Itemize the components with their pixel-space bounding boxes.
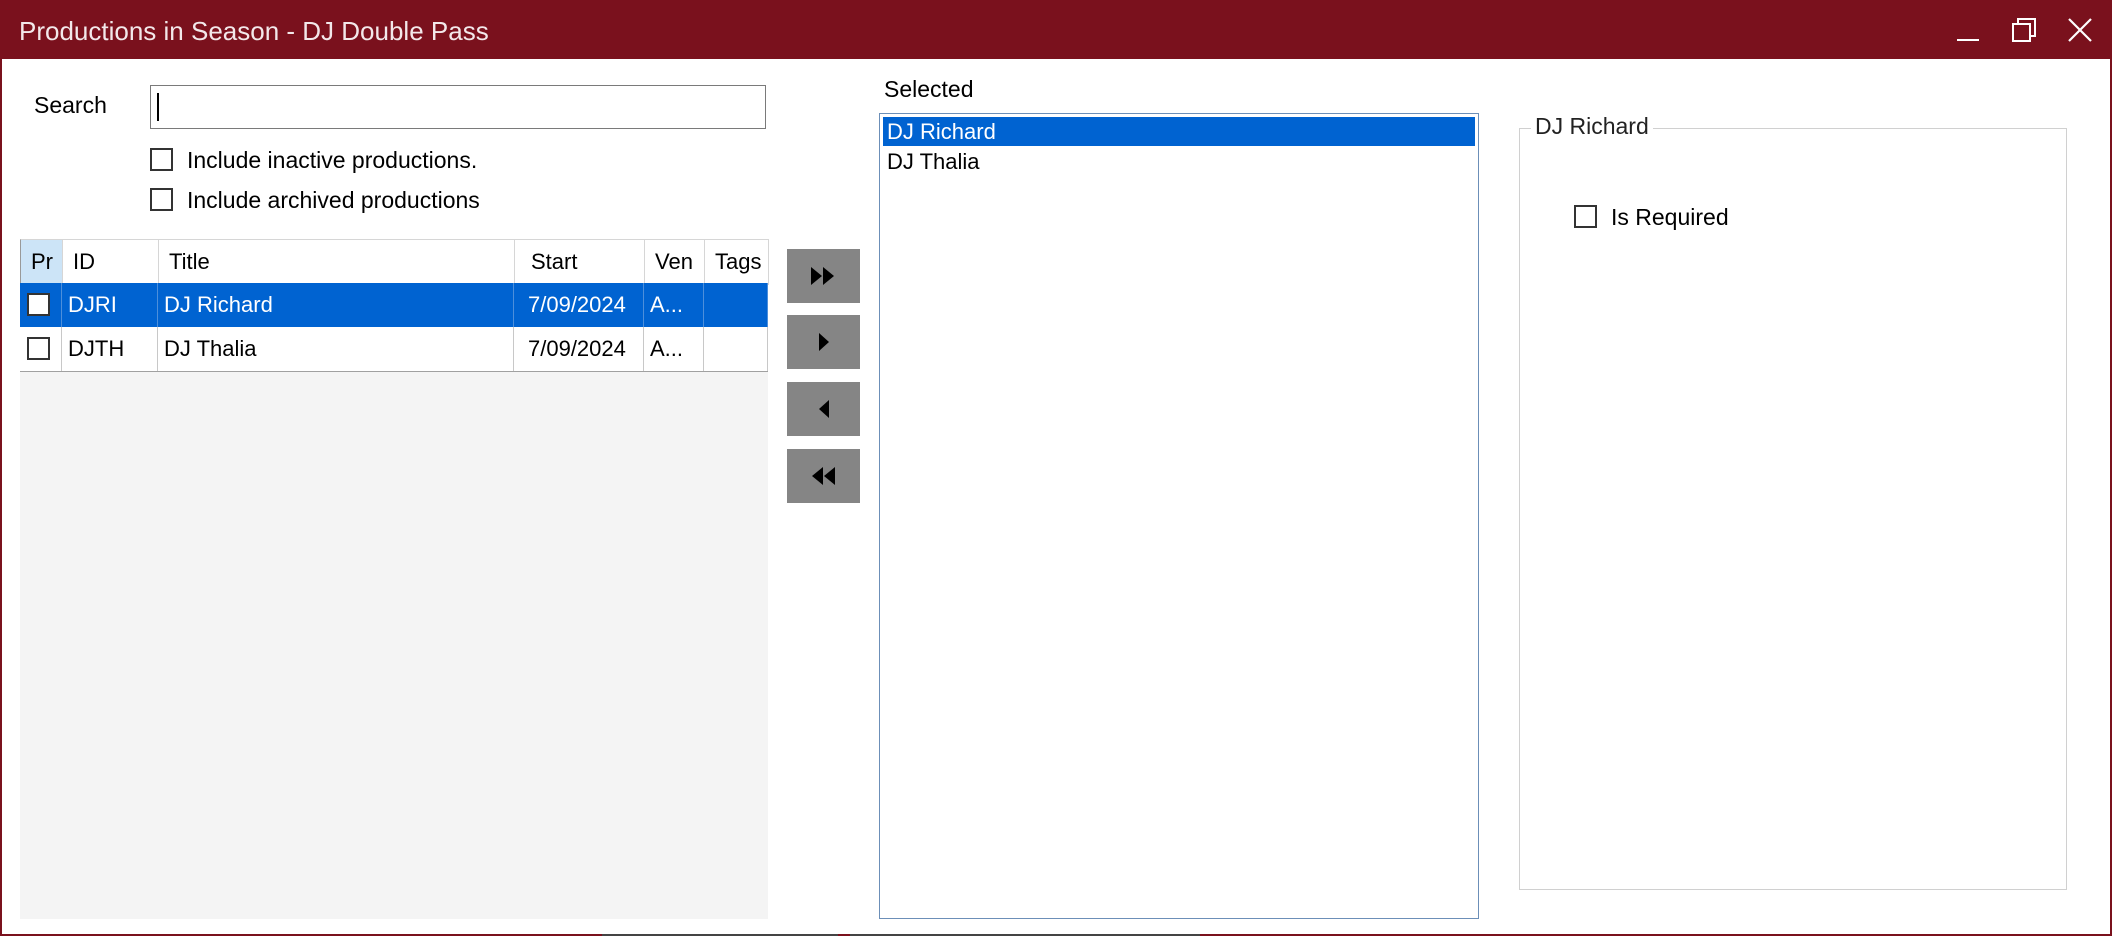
cell-tags	[704, 327, 768, 371]
move-left-button[interactable]	[787, 382, 860, 436]
move-all-right-icon	[811, 267, 834, 285]
include-inactive-checkbox[interactable]	[150, 148, 173, 171]
cell-venue: A...	[644, 283, 704, 327]
list-item[interactable]: DJ Richard	[883, 117, 1475, 146]
cell-start: 7/09/2024	[514, 283, 644, 327]
search-input[interactable]	[150, 85, 766, 129]
row-checkbox[interactable]	[27, 293, 50, 316]
selected-label: Selected	[884, 76, 974, 102]
list-item[interactable]: DJ Thalia	[883, 147, 1475, 176]
column-header-start[interactable]: Start	[515, 240, 645, 284]
column-header-tags[interactable]: Tags	[705, 240, 769, 284]
grid-header: Pr ID Title Start Ven Tags	[20, 239, 769, 285]
column-header-venue[interactable]: Ven	[645, 240, 705, 284]
column-header-id[interactable]: ID	[63, 240, 159, 284]
include-archived-checkbox[interactable]	[150, 188, 173, 211]
move-left-icon	[819, 400, 829, 418]
cell-start: 7/09/2024	[514, 327, 644, 371]
is-required-label: Is Required	[1611, 204, 1729, 230]
row-check-cell	[20, 283, 62, 327]
cell-venue: A...	[644, 327, 704, 371]
productions-grid[interactable]: Pr ID Title Start Ven Tags DJRI DJ Richa…	[20, 239, 769, 919]
row-check-cell	[20, 327, 62, 371]
table-row[interactable]: DJRI DJ Richard 7/09/2024 A...	[20, 283, 768, 327]
move-all-right-button[interactable]	[787, 249, 860, 303]
column-header-title[interactable]: Title	[159, 240, 515, 284]
minimize-icon	[1957, 39, 1979, 41]
cell-id: DJRI	[62, 283, 158, 327]
productions-window: Productions in Season - DJ Double Pass S…	[0, 0, 2112, 936]
cell-tags	[704, 283, 768, 327]
details-group-title: DJ Richard	[1531, 113, 1653, 140]
maximize-button[interactable]	[1996, 2, 2052, 59]
close-icon	[2068, 18, 2092, 42]
search-label: Search	[34, 92, 107, 118]
close-button[interactable]	[2052, 2, 2108, 59]
table-row[interactable]: DJTH DJ Thalia 7/09/2024 A...	[20, 327, 768, 372]
move-all-left-button[interactable]	[787, 449, 860, 503]
row-checkbox[interactable]	[27, 337, 50, 360]
maximize-icon	[2012, 18, 2036, 42]
column-header-pr[interactable]: Pr	[21, 240, 63, 284]
selected-listbox[interactable]: DJ Richard DJ Thalia	[879, 113, 1479, 919]
details-groupbox	[1519, 128, 2067, 890]
title-bar[interactable]: Productions in Season - DJ Double Pass	[2, 2, 2110, 59]
cell-title: DJ Thalia	[158, 327, 514, 371]
move-right-button[interactable]	[787, 315, 860, 369]
include-inactive-label: Include inactive productions.	[187, 147, 478, 173]
is-required-checkbox[interactable]	[1574, 205, 1597, 228]
move-all-left-icon	[812, 467, 835, 485]
window-title: Productions in Season - DJ Double Pass	[19, 16, 489, 46]
cell-title: DJ Richard	[158, 283, 514, 327]
text-caret	[157, 93, 159, 121]
cell-id: DJTH	[62, 327, 158, 371]
move-right-icon	[819, 333, 829, 351]
include-archived-label: Include archived productions	[187, 187, 480, 213]
minimize-button[interactable]	[1940, 2, 1996, 59]
